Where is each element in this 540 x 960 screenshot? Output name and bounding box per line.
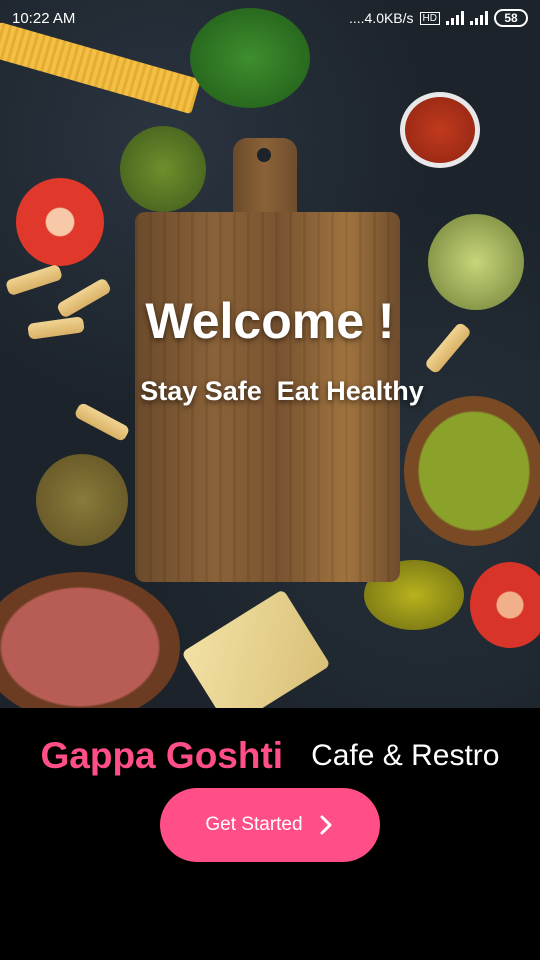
tomato-left [16,178,104,266]
welcome-title: Welcome ! [145,293,395,349]
chevron-right-icon [320,815,332,835]
status-time: 10:22 AM [12,9,76,27]
pesto-bowl [120,126,206,212]
tagline-text: Stay Safe Eat Healthy [140,376,424,406]
get-started-label: Get Started [205,814,303,835]
status-bar: 10:22 AM ....4.0KB/s HD 58 [0,0,540,36]
herb-bowl [36,454,128,546]
signal-icon [446,11,464,25]
network-speed-text: ....4.0KB/s [348,10,414,26]
cured-meat-plate [0,572,180,708]
parmesan-wedge [181,589,331,708]
penne-pasta [73,401,131,443]
battery-icon: 58 [494,9,528,27]
status-icons: ....4.0KB/s HD 58 [349,9,528,27]
brand-row: Gappa Goshti Cafe & Restro [0,732,540,780]
bottom-panel: Gappa Goshti Cafe & Restro Get Started [0,708,540,960]
brand-subtitle: Cafe & Restro [311,739,500,772]
olive-bowl [404,396,540,546]
volte-icon: HD [419,11,440,25]
tomato-right [470,562,540,648]
get-started-button[interactable]: Get Started [160,788,380,862]
spice-bowl [400,92,480,168]
hero-background-image [0,0,540,708]
brand-name: Gappa Goshti [40,735,284,776]
signal-icon [470,11,488,25]
